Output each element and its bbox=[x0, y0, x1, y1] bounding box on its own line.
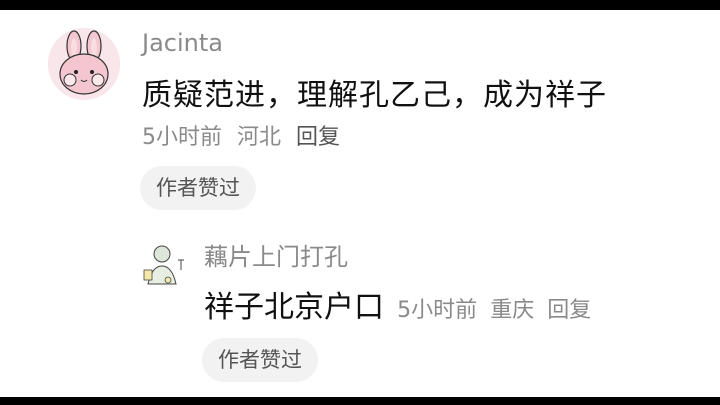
reply-line: 祥子北京户口 5小时前 重庆 回复 bbox=[204, 288, 599, 332]
comment-timestamp: 5小时前 bbox=[142, 125, 222, 150]
comment-meta: 5小时前 河北 回复 bbox=[142, 123, 348, 153]
reply-location: 重庆 bbox=[490, 298, 535, 323]
reply-reply-button[interactable]: 回复 bbox=[547, 298, 591, 323]
reply-avatar[interactable] bbox=[138, 240, 190, 292]
comment-username[interactable]: Jacinta bbox=[142, 28, 223, 58]
avatar[interactable] bbox=[48, 28, 120, 100]
top-letterbox-bar bbox=[0, 0, 720, 10]
bottom-letterbox-bar bbox=[0, 397, 720, 405]
reply-username[interactable]: 藕片上门打孔 bbox=[204, 241, 348, 273]
reply-author-liked-badge: 作者赞过 bbox=[202, 338, 318, 382]
bunny-avatar-icon bbox=[48, 28, 120, 100]
author-liked-badge: 作者赞过 bbox=[140, 166, 256, 210]
reply-button[interactable]: 回复 bbox=[296, 125, 340, 150]
reply-timestamp: 5小时前 bbox=[397, 298, 478, 323]
reply-text: 祥子北京户口 bbox=[204, 290, 384, 325]
sketch-avatar-icon bbox=[138, 240, 190, 292]
comment-text: 质疑范进，理解孔乙己，成为祥子 bbox=[142, 78, 607, 113]
comment-location: 河北 bbox=[237, 125, 282, 150]
